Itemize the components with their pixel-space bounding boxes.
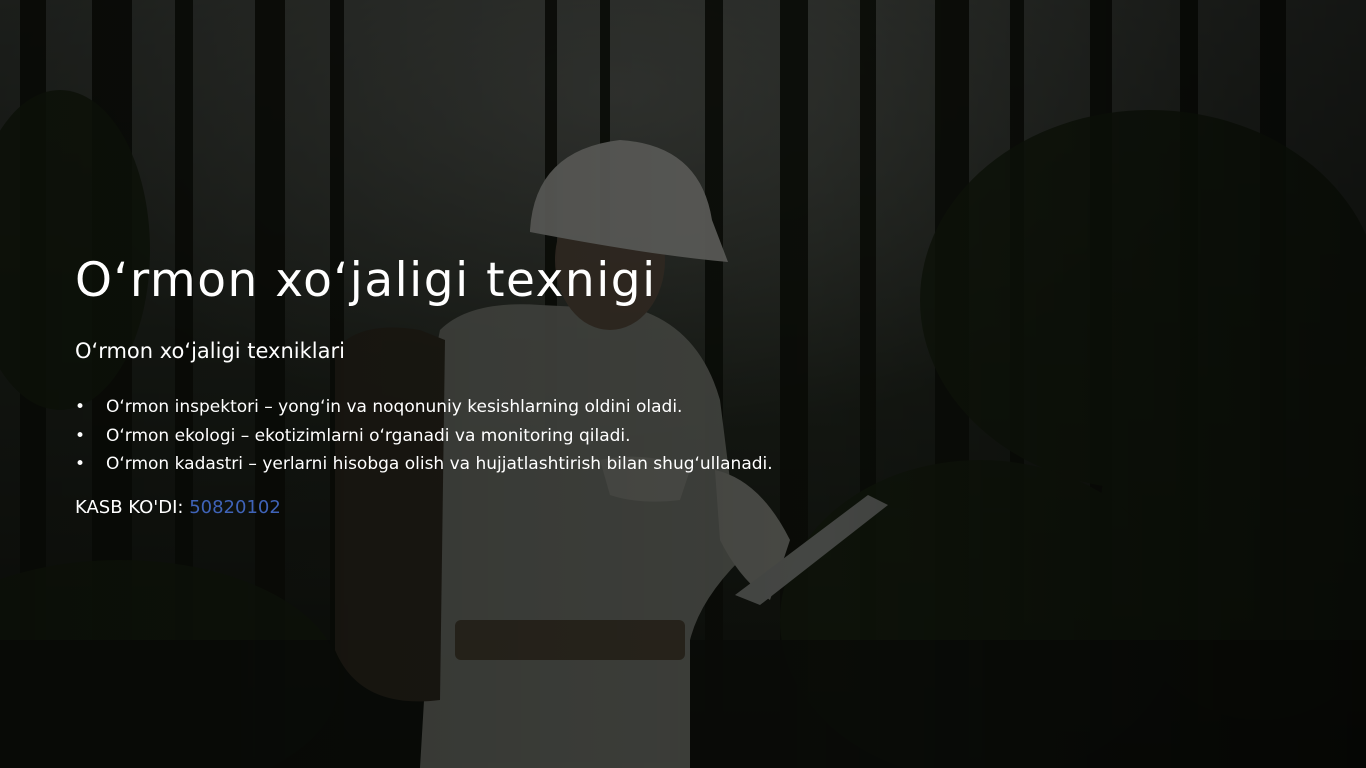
profession-code-value: 50820102 bbox=[189, 497, 281, 518]
dark-overlay bbox=[0, 0, 1366, 768]
profession-code-label: KASB KO'DI: bbox=[75, 497, 190, 518]
list-item: • O‘rmon kadastri – yerlarni hisobga oli… bbox=[75, 453, 773, 482]
list-item: • O‘rmon inspektori – yong‘in va noqonun… bbox=[75, 396, 773, 425]
bullet-icon: • bbox=[75, 397, 86, 417]
bullet-icon: • bbox=[75, 454, 86, 474]
list-item: • O‘rmon ekologi – ekotizimlarni o‘rgana… bbox=[75, 425, 773, 454]
bullet-list: • O‘rmon inspektori – yong‘in va noqonun… bbox=[75, 396, 773, 482]
bullet-icon: • bbox=[75, 425, 86, 446]
list-item-text: O‘rmon inspektori – yong‘in va noqonuniy… bbox=[106, 397, 683, 417]
page-subtitle: O‘rmon xo‘jaligi texniklari bbox=[75, 339, 345, 363]
list-item-text: O‘rmon ekologi – ekotizimlarni o‘rganadi… bbox=[106, 425, 631, 446]
profession-code: KASB KO'DI: 50820102 bbox=[75, 497, 281, 518]
list-item-text: O‘rmon kadastri – yerlarni hisobga olish… bbox=[106, 454, 773, 474]
page-title: O‘rmon xo‘jaligi texnigi bbox=[75, 253, 657, 308]
background-photo bbox=[0, 0, 1366, 768]
